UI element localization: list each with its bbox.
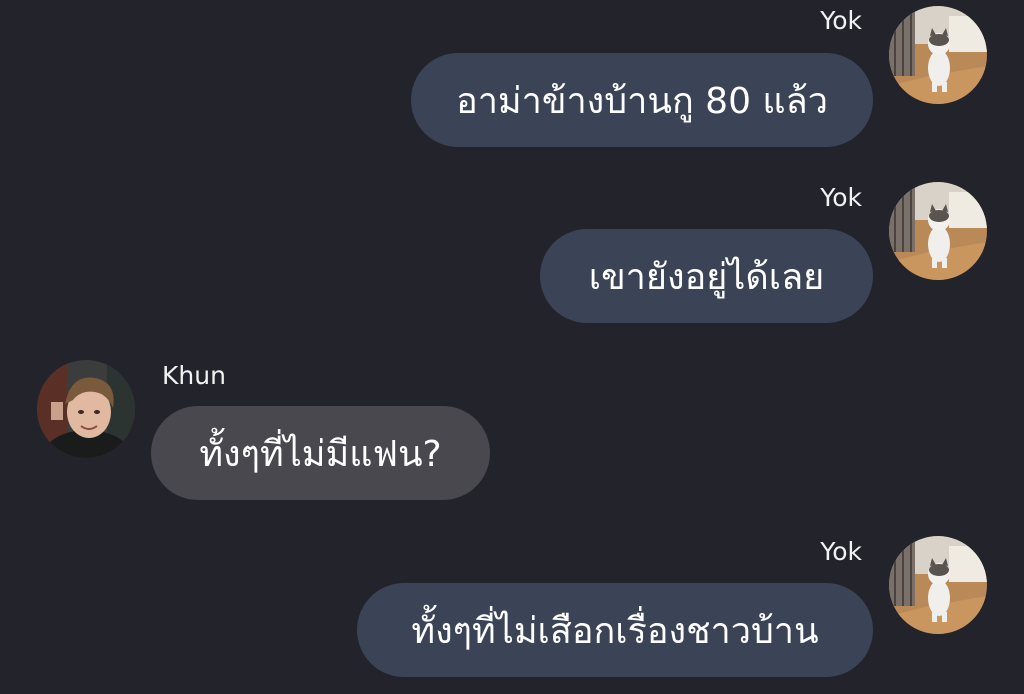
sender-name: Yok bbox=[820, 183, 862, 212]
sender-name: Khun bbox=[162, 361, 226, 390]
cat-avatar-image bbox=[889, 182, 987, 280]
cat-avatar-image bbox=[889, 536, 987, 634]
chat-thread: Yok อาม่าข้างบ้านกู 80 แล้ว Yok เขายังอย… bbox=[0, 0, 1024, 694]
message-bubble[interactable]: ทั้งๆที่ไม่เสือกเรื่องชาวบ้าน bbox=[357, 583, 873, 677]
message-text: ทั้งๆที่ไม่เสือกเรื่องชาวบ้าน bbox=[411, 610, 819, 652]
message-text: เขายังอยู่ได้เลย bbox=[588, 256, 825, 298]
person-photo-avatar[interactable] bbox=[37, 360, 135, 458]
message-bubble[interactable]: เขายังอยู่ได้เลย bbox=[540, 229, 873, 323]
cat-photo-avatar[interactable] bbox=[889, 6, 987, 104]
person-avatar-image bbox=[37, 360, 135, 458]
sender-name: Yok bbox=[820, 6, 862, 35]
message-bubble[interactable]: อาม่าข้างบ้านกู 80 แล้ว bbox=[411, 53, 873, 147]
message-bubble[interactable]: ทั้งๆที่ไม่มีแฟน? bbox=[151, 406, 490, 500]
cat-photo-avatar[interactable] bbox=[889, 182, 987, 280]
message-text: ทั้งๆที่ไม่มีแฟน? bbox=[199, 433, 442, 475]
message-text: อาม่าข้างบ้านกู 80 แล้ว bbox=[456, 80, 828, 122]
cat-avatar-image bbox=[889, 6, 987, 104]
cat-photo-avatar[interactable] bbox=[889, 536, 987, 634]
sender-name: Yok bbox=[820, 537, 862, 566]
